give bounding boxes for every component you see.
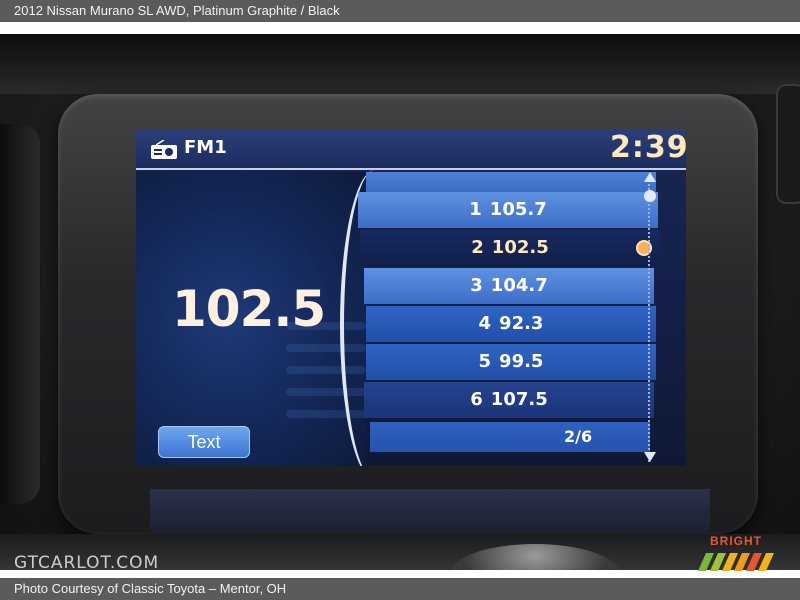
list-top-strip: [366, 172, 656, 192]
scrollbar-track[interactable]: [648, 176, 664, 462]
preset-frequency: 107.5: [490, 389, 548, 410]
preset-row[interactable]: 1 105.7: [358, 192, 658, 228]
current-station-panel: 102.5 Text: [136, 172, 366, 466]
left-air-vent: [0, 124, 40, 504]
preset-frequency: 99.5: [499, 351, 544, 372]
list-bottom-strip: [370, 422, 650, 452]
preset-row[interactable]: 4 92.3: [366, 306, 656, 342]
preset-number: 2: [471, 237, 484, 258]
preset-frequency: 104.7: [490, 275, 548, 296]
watermark-logo: GTCARLOT.COM: [14, 553, 160, 570]
preset-frequency: 92.3: [499, 313, 544, 334]
radio-icon: [151, 140, 177, 159]
scroll-down-icon[interactable]: [644, 452, 656, 462]
current-frequency: 102.5: [172, 280, 326, 338]
text-button[interactable]: Text: [158, 426, 250, 458]
preset-row[interactable]: 3 104.7: [364, 268, 654, 304]
right-air-vent: [776, 84, 800, 204]
band-label[interactable]: FM1: [184, 137, 227, 158]
scroll-up-icon[interactable]: [644, 172, 656, 182]
preset-row[interactable]: 6 107.5: [364, 382, 654, 418]
dash-top-panel: [0, 34, 800, 94]
preset-number: 3: [470, 275, 483, 296]
site-logo-icon: [698, 553, 774, 571]
preset-number: 5: [478, 351, 492, 372]
nav-screen: FM1 2:39 102.5 Text 1 105.7 2 102.5 3 104.7: [136, 130, 686, 466]
scroll-thumb[interactable]: [644, 190, 656, 202]
preset-list: 1 105.7 2 102.5 3 104.7 4 92.3 5 99.5 6 107.5 …: [356, 172, 686, 466]
preset-number: 4: [478, 313, 492, 334]
clock: 2:39: [610, 130, 686, 165]
preset-row[interactable]: 5 99.5: [366, 344, 656, 380]
page-indicator: 2/6: [564, 427, 593, 446]
caption-title: 2012 Nissan Murano SL AWD, Platinum Grap…: [0, 0, 800, 22]
screen-shelf: [150, 489, 710, 539]
preset-frequency: 105.7: [489, 199, 547, 220]
bright-label: BRIGHT: [710, 534, 762, 548]
preset-frequency: 102.5: [491, 237, 549, 258]
status-bar: FM1 2:39: [136, 130, 686, 170]
preset-row-selected[interactable]: 2 102.5: [360, 230, 660, 266]
preset-number: 1: [469, 199, 482, 220]
dashboard-photo: BRIGHT FM1 2:39 102.5 Text 1 105.7 2 102…: [0, 34, 800, 570]
preset-number: 6: [470, 389, 483, 410]
photo-credit: Photo Courtesy of Classic Toyota – Mento…: [0, 578, 800, 600]
